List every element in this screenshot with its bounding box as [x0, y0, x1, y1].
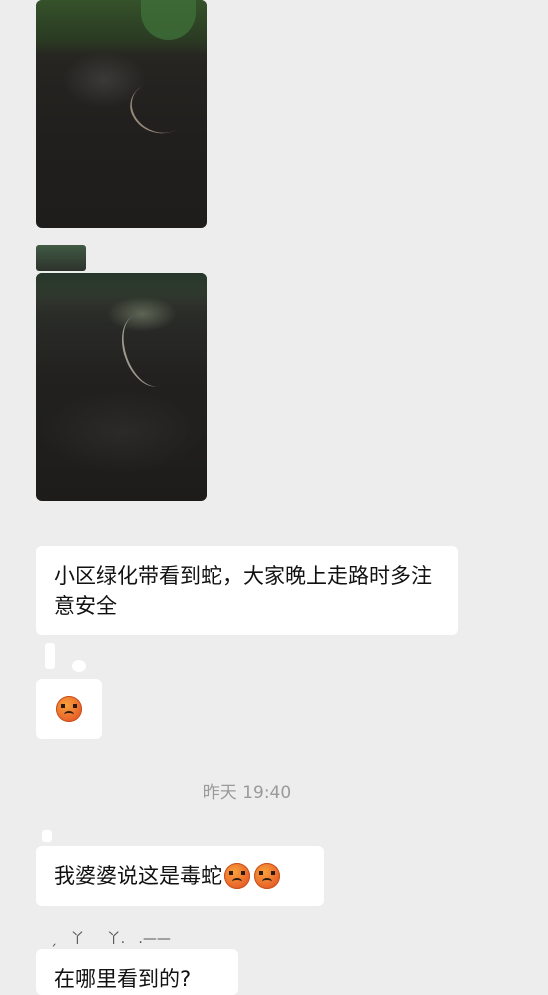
message-bubble-poison[interactable]: 我婆婆说这是毒蛇 [36, 846, 324, 906]
snake-shape [112, 307, 183, 394]
chat-timestamp: 昨天 19:40 [202, 783, 292, 803]
avatar-fragment [45, 643, 55, 669]
message-text: 在哪里看到的? [54, 967, 192, 991]
snake-photo-2[interactable] [36, 273, 207, 501]
crying-face-emoji-icon [224, 863, 250, 889]
message-text: 我婆婆说这是毒蛇 [54, 864, 222, 888]
message-bubble-question[interactable]: 在哪里看到的? [36, 949, 238, 995]
photo-trees [36, 273, 207, 303]
name-fragment-text: ˏ 丫 丫. .—— [50, 931, 171, 947]
avatar-fragment [42, 830, 52, 842]
crying-face-emoji-icon [254, 863, 280, 889]
snake-photo-1[interactable] [36, 0, 207, 228]
snake-shape [122, 69, 199, 146]
message-bubble-warning[interactable]: 小区绿化带看到蛇，大家晚上走路时多注意安全 [36, 546, 458, 635]
snake-photo-partial[interactable] [36, 245, 86, 271]
message-bubble-emoji[interactable] [36, 679, 102, 739]
avatar-fragment [72, 660, 86, 672]
message-text: 小区绿化带看到蛇，大家晚上走路时多注意安全 [54, 564, 432, 618]
crying-face-emoji-icon [56, 696, 82, 722]
